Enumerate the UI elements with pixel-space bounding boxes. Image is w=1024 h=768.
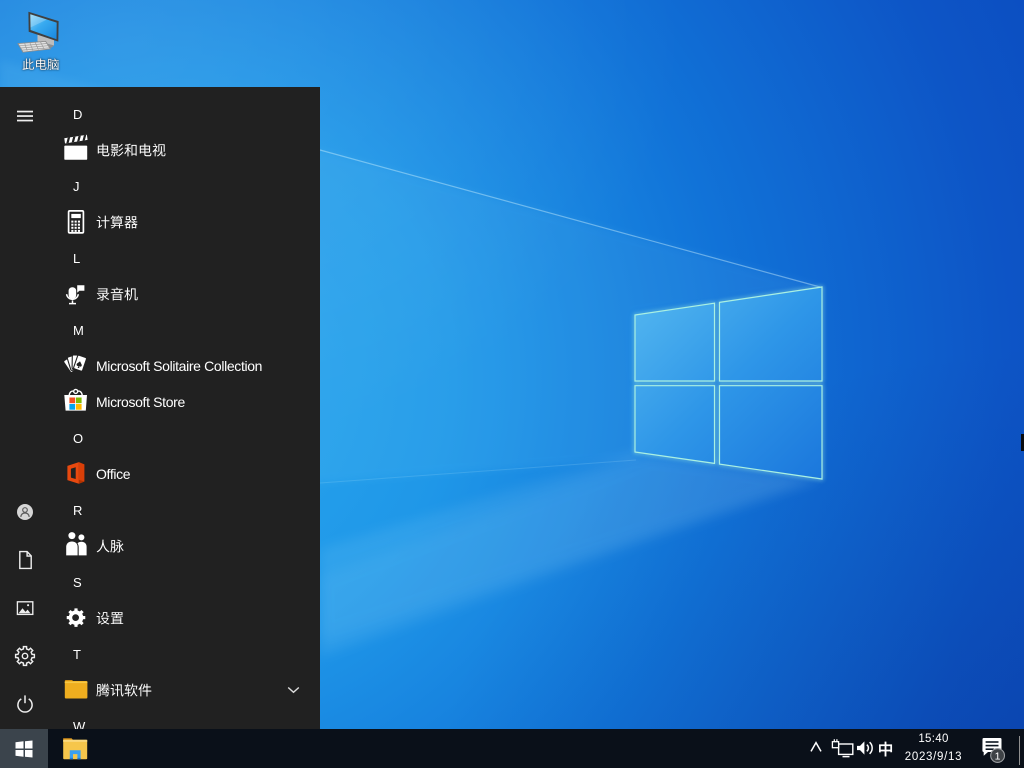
svg-text:1: 1 <box>995 750 1001 762</box>
